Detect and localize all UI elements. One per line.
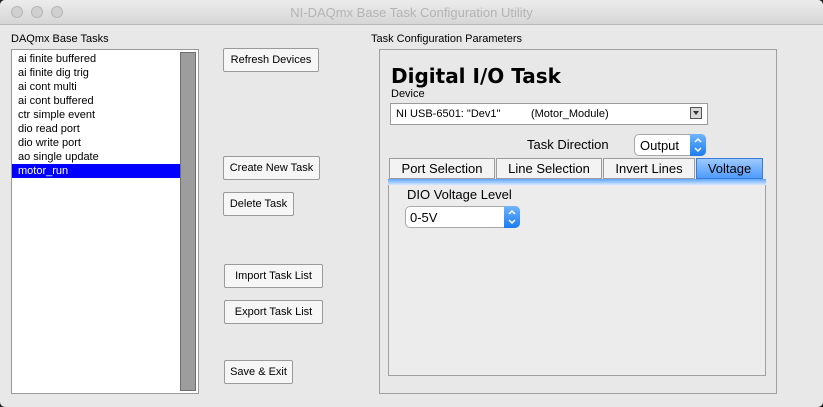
tasks-heading: DAQmx Base Tasks <box>11 33 109 45</box>
task-item[interactable]: ai finite dig trig <box>12 66 198 80</box>
task-item[interactable]: ctr simple event <box>12 108 198 122</box>
export-task-list-button[interactable]: Export Task List <box>224 300 323 324</box>
voltage-level-value: 0-5V <box>410 210 438 225</box>
chevrons-icon <box>694 137 702 153</box>
save-exit-button[interactable]: Save & Exit <box>224 360 293 384</box>
import-task-list-button[interactable]: Import Task List <box>224 264 323 288</box>
title-bar: NI-DAQmx Base Task Configuration Utility <box>0 0 823 25</box>
task-item-selected[interactable]: motor_run <box>12 164 180 178</box>
task-list[interactable]: ai finite buffered ai finite dig trig ai… <box>11 49 199 394</box>
device-combobox[interactable]: NI USB-6501: "Dev1" (Motor_Module) <box>390 103 708 125</box>
create-new-task-button[interactable]: Create New Task <box>223 156 320 180</box>
combobox-arrow-icon[interactable] <box>690 107 702 119</box>
tab-port-selection[interactable]: Port Selection <box>389 158 495 179</box>
task-direction-popup[interactable]: Output <box>634 134 706 156</box>
popup-stepper-icon <box>504 206 520 228</box>
device-label: Device <box>391 88 425 100</box>
task-item[interactable]: ai cont buffered <box>12 94 198 108</box>
task-item[interactable]: ai cont multi <box>12 80 198 94</box>
task-direction-label: Task Direction <box>527 137 609 152</box>
task-item[interactable]: ai finite buffered <box>12 52 198 66</box>
tab-invert-lines[interactable]: Invert Lines <box>603 158 695 179</box>
voltage-level-popup[interactable]: 0-5V <box>405 206 520 228</box>
tab-accent-bar <box>388 179 766 185</box>
task-item[interactable]: dio write port <box>12 136 198 150</box>
task-list-scrollbar[interactable] <box>180 52 196 391</box>
task-item[interactable]: ao single update <box>12 150 198 164</box>
delete-task-button[interactable]: Delete Task <box>223 192 294 216</box>
triangle-down-icon <box>693 111 699 115</box>
config-heading: Task Configuration Parameters <box>371 33 523 45</box>
tab-line-selection[interactable]: Line Selection <box>496 158 602 179</box>
app-window: NI-DAQmx Base Task Configuration Utility… <box>0 0 823 407</box>
task-item[interactable]: dio read port <box>12 122 198 136</box>
task-list-items: ai finite buffered ai finite dig trig ai… <box>12 50 198 178</box>
refresh-devices-button[interactable]: Refresh Devices <box>223 48 319 72</box>
task-direction-value: Output <box>640 138 680 153</box>
popup-stepper-icon <box>690 134 706 156</box>
voltage-level-label: DIO Voltage Level <box>407 187 512 202</box>
chevrons-icon <box>508 209 516 225</box>
task-title: Digital I/O Task <box>391 64 561 88</box>
tab-voltage[interactable]: Voltage <box>696 158 763 179</box>
window-title: NI-DAQmx Base Task Configuration Utility <box>290 5 533 20</box>
device-value: NI USB-6501: "Dev1" (Motor_Module) <box>396 108 609 120</box>
